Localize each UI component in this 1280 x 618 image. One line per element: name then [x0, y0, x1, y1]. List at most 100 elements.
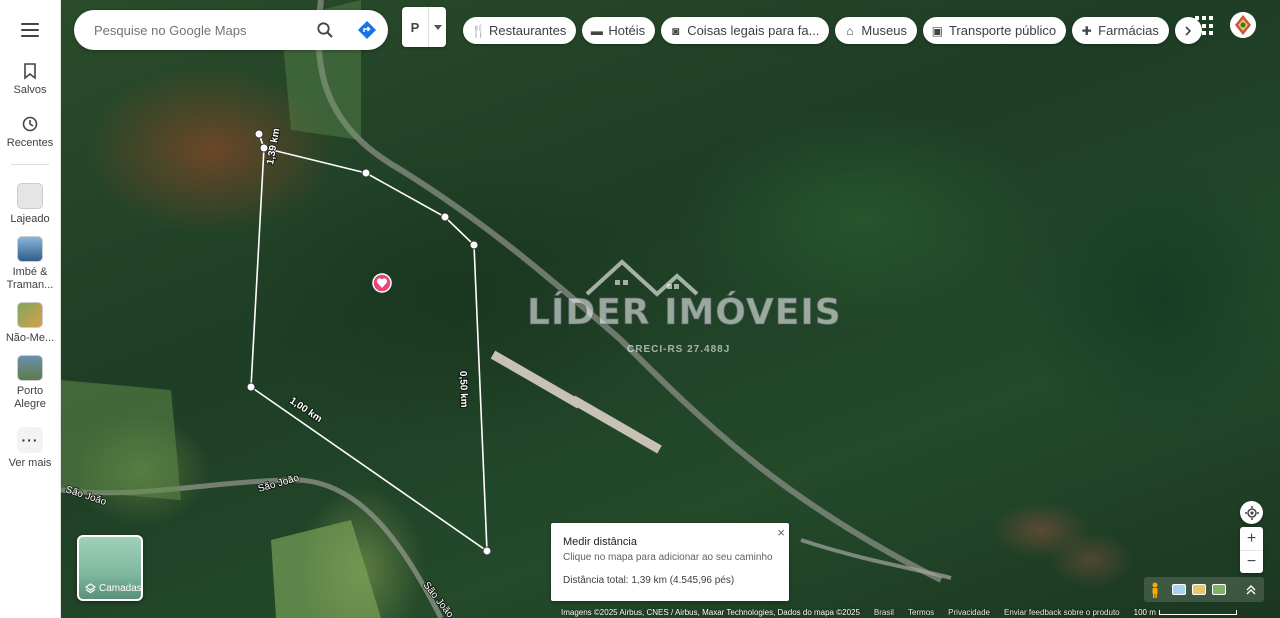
zoom-out-button[interactable]: −	[1240, 550, 1263, 573]
imagery-attribution: Imagens ©2025 Airbus, CNES / Airbus, Max…	[561, 607, 860, 617]
recent-place-nao-me[interactable]: Não-Me...	[0, 302, 61, 345]
place-thumbnail	[17, 183, 43, 209]
chip-label: Coisas legais para fa...	[687, 23, 820, 38]
zoom-in-button[interactable]: +	[1240, 527, 1263, 550]
chip-hotels[interactable]: ▬ Hotéis	[582, 17, 656, 44]
place-label: Imbé & Traman...	[6, 266, 54, 291]
measure-distance-panel: × Medir distância Clique no mapa para ad…	[551, 523, 789, 601]
avatar[interactable]	[1230, 12, 1256, 38]
chip-restaurants[interactable]: 🍴 Restaurantes	[463, 17, 577, 44]
parking-filter-button[interactable]: P	[402, 7, 446, 47]
building	[490, 350, 582, 409]
bookmark-icon	[24, 63, 36, 80]
chip-label: Hotéis	[608, 23, 646, 38]
apps-grid-icon	[1195, 16, 1199, 20]
place-label: Porto Alegre	[14, 385, 46, 410]
measure-vertex[interactable]	[482, 546, 492, 556]
chevron-up-icon[interactable]	[1246, 584, 1256, 595]
search-button[interactable]	[310, 15, 340, 45]
view-thumbnail-icon[interactable]	[1172, 584, 1186, 595]
more-places-button[interactable]: ··· Ver mais	[0, 427, 61, 470]
feedback-link[interactable]: Enviar feedback sobre o produto	[1004, 608, 1120, 617]
zoom-controls: + −	[1240, 527, 1263, 573]
place-thumbnail	[17, 236, 43, 262]
recent-place-imbe[interactable]: Imbé & Traman...	[0, 236, 61, 292]
place-thumbnail	[17, 355, 43, 381]
measure-hint: Clique no mapa para adicionar ao seu cam…	[563, 552, 773, 563]
measure-vertex[interactable]	[246, 382, 256, 392]
side-rail: Salvos Recentes Lajeado Imbé & Traman...…	[0, 0, 61, 618]
distance-label: 1,00 km	[287, 395, 324, 425]
road-label: São João	[257, 473, 301, 495]
layers-label-group: Camadas	[85, 583, 142, 594]
recent-place-lajeado[interactable]: Lajeado	[0, 183, 61, 226]
country-link[interactable]: Brasil	[874, 608, 894, 617]
pharmacy-icon: ✚	[1081, 23, 1092, 38]
category-chips: 🍴 Restaurantes ▬ Hotéis ◙ Coisas legais par…	[463, 17, 1202, 44]
pegman-icon[interactable]	[1150, 582, 1160, 598]
chip-label: Farmácias	[1098, 23, 1159, 38]
building	[570, 395, 662, 454]
recents-label: Recentes	[6, 137, 54, 149]
my-location-button[interactable]	[1240, 501, 1263, 524]
more-label: Ver mais	[8, 457, 52, 469]
scale-bar	[1158, 609, 1237, 615]
terms-link[interactable]: Termos	[908, 608, 934, 617]
chip-label: Transporte público	[948, 23, 1057, 38]
distance-label: 1,39 km	[265, 127, 282, 165]
saved-place-pin[interactable]	[372, 273, 392, 293]
measure-vertex[interactable]	[440, 212, 450, 222]
transit-icon: ▣	[931, 23, 944, 38]
hotel-icon: ▬	[590, 23, 603, 38]
camera-icon: ◙	[672, 23, 680, 38]
chip-museums[interactable]: ⌂ Museus	[835, 17, 917, 44]
menu-button[interactable]	[18, 18, 42, 42]
chip-pharmacies[interactable]: ✚ Farmácias	[1072, 17, 1169, 44]
chevron-down-icon	[433, 24, 442, 30]
measure-total: Distância total: 1,39 km (4.545,96 pés)	[563, 575, 735, 586]
directions-button[interactable]	[352, 15, 382, 45]
more-icon: ···	[17, 427, 43, 453]
parking-icon: P	[410, 19, 420, 35]
recents-button[interactable]: Recentes	[0, 115, 61, 150]
map-footer: Imagens ©2025 Airbus, CNES / Airbus, Max…	[561, 606, 1237, 618]
layers-icon	[85, 583, 96, 594]
place-label: Não-Me...	[5, 332, 55, 344]
saved-label: Salvos	[13, 84, 47, 96]
scale-label: 100 m	[1133, 607, 1156, 617]
privacy-link[interactable]: Privacidade	[948, 608, 990, 617]
chevron-right-icon	[1185, 25, 1191, 36]
chip-label: Museus	[861, 23, 907, 38]
layers-button[interactable]: Camadas	[77, 535, 143, 601]
close-icon[interactable]: ×	[777, 525, 785, 540]
field	[61, 380, 181, 500]
recent-place-porto-alegre[interactable]: Porto Alegre	[0, 355, 61, 411]
restaurant-icon: 🍴	[471, 23, 486, 38]
measure-vertex[interactable]	[469, 240, 479, 250]
my-location-icon	[1244, 505, 1259, 520]
measure-vertex[interactable]	[254, 129, 264, 139]
measure-vertex[interactable]	[361, 168, 371, 178]
history-icon	[22, 116, 38, 132]
layers-label: Camadas	[99, 583, 142, 594]
measure-title: Medir distância	[563, 536, 637, 548]
map-tools-bar	[1144, 577, 1264, 602]
apps-button[interactable]	[1195, 16, 1215, 36]
field	[271, 520, 381, 618]
place-label: Lajeado	[10, 213, 50, 225]
measure-path	[250, 133, 488, 553]
search-input[interactable]	[94, 22, 304, 38]
measure-vertices[interactable]	[246, 129, 492, 556]
view-thumbnail-icon[interactable]	[1192, 584, 1206, 595]
directions-icon	[358, 21, 376, 39]
chip-things-to-do[interactable]: ◙ Coisas legais para fa...	[661, 17, 830, 44]
saved-button[interactable]: Salvos	[0, 62, 61, 97]
view-thumbnail-icon[interactable]	[1212, 584, 1226, 595]
parking-dropdown[interactable]	[428, 7, 446, 47]
distance-label: 0,50 km	[457, 371, 469, 408]
chip-transit[interactable]: ▣ Transporte público	[922, 17, 1067, 44]
scale-indicator[interactable]: 100 m	[1134, 608, 1237, 617]
avatar-image	[1230, 12, 1256, 38]
main-road	[315, 0, 943, 583]
search-box	[74, 10, 388, 50]
